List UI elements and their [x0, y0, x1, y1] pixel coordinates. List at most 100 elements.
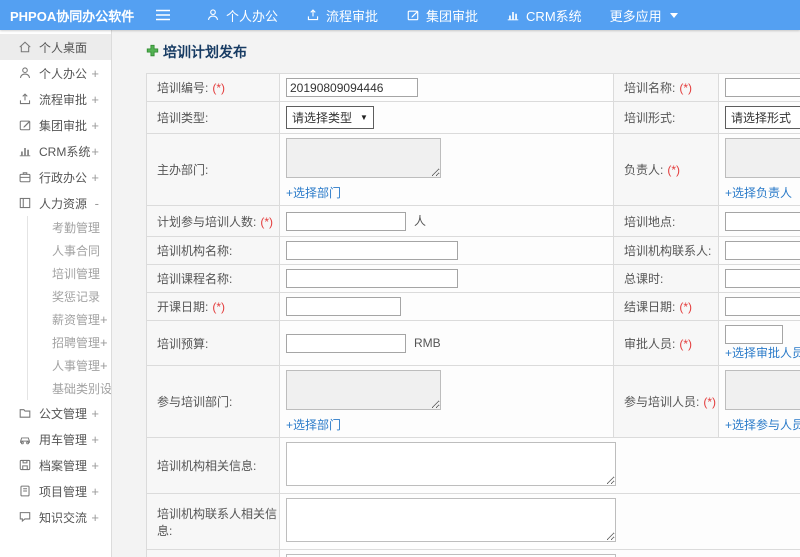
topmenu-personal-office[interactable]: 个人办公	[192, 0, 292, 30]
briefcase-icon	[18, 170, 32, 184]
expand-plus-icon[interactable]: +	[91, 66, 99, 81]
topbar: PHPOA协同办公软件 个人办公 流程审批 集团审批 CRM系统 更多应用	[0, 0, 800, 30]
field-label: 主办部门:	[157, 163, 209, 177]
sidebar-item-vehicle-mgmt[interactable]: 用车管理 +	[0, 426, 111, 452]
sidebar-item-personal-desktop[interactable]: 个人桌面	[0, 34, 111, 60]
training-plan-form: 培训编号:(*) 培训名称:(*) 培训类型: 请选择类型▼ 培训形式: 请选择…	[146, 73, 800, 557]
select-dept-link[interactable]: +选择部门	[286, 184, 341, 201]
chat-icon	[18, 510, 32, 524]
select-participants-link[interactable]: +选择参与人员	[725, 416, 800, 433]
field-label: 开课日期:	[157, 300, 209, 314]
submenu-item-base-category[interactable]: 基础类别设置 +	[28, 377, 111, 400]
expand-plus-icon[interactable]: +	[100, 358, 108, 373]
field-label: 计划参与培训人数:	[157, 214, 257, 229]
org-contact-info-textarea[interactable]	[286, 498, 616, 542]
sidebar-item-group-approval[interactable]: 集团审批 +	[0, 112, 111, 138]
form-row: 主办部门: +选择部门 负责人: (*) +选择负责人	[146, 133, 800, 206]
field-label: 参与培训人员:	[624, 395, 700, 409]
chart-icon	[18, 144, 32, 158]
submenu-item-hr-contract[interactable]: 人事合同	[28, 239, 111, 262]
field-label: 培训类型:	[157, 111, 209, 125]
expand-plus-icon[interactable]: +	[100, 335, 108, 350]
field-label: 负责人:	[624, 163, 664, 177]
leader-textarea[interactable]	[725, 138, 800, 178]
join-people-textarea[interactable]	[725, 370, 800, 410]
expand-plus-icon[interactable]: +	[91, 458, 99, 473]
submenu-item-reward-record[interactable]: 奖惩记录	[28, 285, 111, 308]
start-date-input[interactable]	[286, 297, 401, 316]
total-hours-input[interactable]	[725, 269, 800, 288]
end-date-input[interactable]	[725, 297, 800, 316]
required-marker: (*)	[679, 336, 693, 351]
select-dept-link[interactable]: +选择部门	[286, 416, 341, 433]
submenu-item-personnel-mgmt[interactable]: 人事管理 +	[28, 354, 111, 377]
form-row: 开课日期: (*) 结课日期: (*)	[146, 292, 800, 321]
org-name-input[interactable]	[286, 241, 458, 260]
caret-down-icon	[669, 12, 678, 18]
topmenu-more-apps[interactable]: 更多应用	[596, 0, 692, 30]
training-name-input[interactable]	[725, 78, 800, 97]
expand-plus-icon[interactable]: +	[100, 312, 108, 327]
required-marker: (*)	[703, 395, 717, 409]
expand-plus-icon[interactable]: +	[91, 510, 99, 525]
select-approvers-link[interactable]: +选择审批人员	[725, 346, 800, 360]
field-label: 参与培训部门:	[157, 395, 233, 409]
sidebar-item-archive-mgmt[interactable]: 档案管理 +	[0, 452, 111, 478]
form-row: 培训机构相关信息:	[146, 437, 800, 494]
sidebar-item-crm[interactable]: CRM系统 +	[0, 138, 111, 164]
expand-plus-icon[interactable]: +	[91, 484, 99, 499]
expand-plus-icon[interactable]: +	[91, 118, 99, 133]
sidebar-item-project-mgmt[interactable]: 项目管理 +	[0, 478, 111, 504]
user-icon	[206, 8, 220, 22]
currency-label: RMB	[414, 336, 441, 350]
sidebar-item-human-resources[interactable]: 人力资源 -	[0, 190, 111, 216]
required-marker: (*)	[212, 81, 226, 95]
sidebar-item-knowledge-exchange[interactable]: 知识交流 +	[0, 504, 111, 530]
collapse-minus-icon[interactable]: -	[95, 196, 99, 211]
form-row: 培训机构名称: 培训机构联系人:	[146, 236, 800, 265]
join-depts-textarea[interactable]	[286, 370, 441, 410]
hamburger-menu-icon[interactable]	[148, 8, 178, 22]
training-no-input[interactable]	[286, 78, 418, 97]
course-name-input[interactable]	[286, 269, 458, 288]
field-label: 培训地点:	[624, 214, 676, 229]
expand-plus-icon[interactable]: +	[91, 170, 99, 185]
field-label: 培训机构相关信息:	[157, 459, 257, 473]
expand-plus-icon[interactable]: +	[91, 144, 99, 159]
expand-plus-icon[interactable]: +	[91, 92, 99, 107]
training-type-select[interactable]: 请选择类型 ▼	[286, 106, 374, 129]
sidebar-item-personal-office[interactable]: 个人办公 +	[0, 60, 111, 86]
main-content: 培训计划发布 培训编号:(*) 培训名称:(*) 培训类型: 请选择类型▼ 培训…	[113, 30, 800, 557]
field-label: 培训名称:	[624, 81, 676, 95]
submenu-item-salary-mgmt[interactable]: 薪资管理 +	[28, 308, 111, 331]
topmenu-process-approval[interactable]: 流程审批	[292, 0, 392, 30]
host-dept-textarea[interactable]	[286, 138, 441, 178]
required-marker: (*)	[667, 163, 681, 177]
expand-plus-icon[interactable]: +	[91, 432, 99, 447]
app-logo-title: PHPOA协同办公软件	[10, 8, 135, 24]
training-mode-select[interactable]: 请选择形式▼	[725, 106, 800, 129]
top-navigation: 个人办公 流程审批 集团审批 CRM系统 更多应用	[192, 0, 692, 30]
sidebar-item-admin-office[interactable]: 行政办公 +	[0, 164, 111, 190]
submenu-item-attendance[interactable]: 考勤管理	[28, 216, 111, 239]
submenu-item-training-mgmt[interactable]: 培训管理	[28, 262, 111, 285]
form-row: 培训课程名称: 总课时:	[146, 264, 800, 293]
field-label: 培训机构名称:	[157, 244, 233, 258]
sidebar-item-process-approval[interactable]: 流程审批 +	[0, 86, 111, 112]
select-caret-icon: ▼	[360, 113, 368, 122]
planned-count-input[interactable]	[286, 211, 406, 231]
location-input[interactable]	[725, 211, 800, 231]
select-leader-link[interactable]: +选择负责人	[725, 184, 792, 201]
budget-input[interactable]	[286, 333, 406, 353]
user-icon	[18, 66, 32, 80]
topmenu-crm[interactable]: CRM系统	[492, 0, 596, 30]
field-label: 审批人员:	[624, 336, 676, 351]
approvers-input[interactable]	[725, 325, 783, 344]
hr-submenu: 考勤管理 人事合同 培训管理 奖惩记录 薪资管理 + 招聘管理 + 人事管理 +…	[27, 216, 111, 400]
expand-plus-icon[interactable]: +	[91, 406, 99, 421]
org-contact-input[interactable]	[725, 241, 800, 260]
sidebar-item-document-mgmt[interactable]: 公文管理 +	[0, 400, 111, 426]
topmenu-group-approval[interactable]: 集团审批	[392, 0, 492, 30]
org-info-textarea[interactable]	[286, 442, 616, 486]
submenu-item-recruit-mgmt[interactable]: 招聘管理 +	[28, 331, 111, 354]
